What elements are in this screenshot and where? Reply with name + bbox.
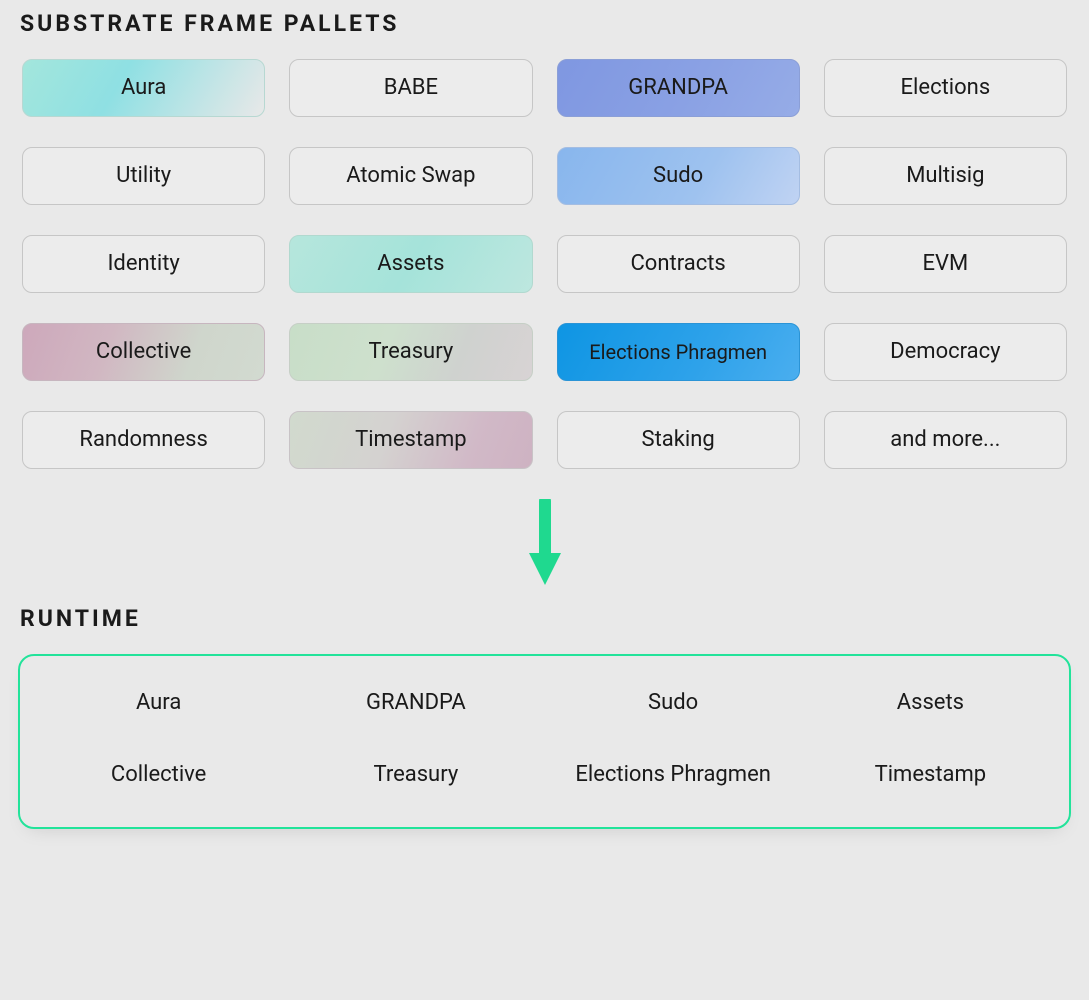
pallet-identity: Identity [22, 235, 265, 293]
runtime-grid: Aura GRANDPA Sudo Assets Collective Trea… [40, 690, 1049, 789]
pallets-section-title: SUBSTRATE FRAME PALLETS [20, 10, 1071, 37]
pallet-babe: BABE [289, 59, 532, 117]
pallet-staking: Staking [557, 411, 800, 469]
runtime-item-aura: Aura [40, 690, 277, 716]
runtime-item-elections-phragmen: Elections Phragmen [555, 762, 792, 788]
pallet-randomness: Randomness [22, 411, 265, 469]
runtime-item-sudo: Sudo [555, 690, 792, 716]
pallet-collective: Collective [22, 323, 265, 381]
pallet-timestamp: Timestamp [289, 411, 532, 469]
pallet-sudo: Sudo [557, 147, 800, 205]
runtime-box: Aura GRANDPA Sudo Assets Collective Trea… [18, 654, 1071, 829]
pallet-grandpa: GRANDPA [557, 59, 800, 117]
arrow-down-icon [18, 499, 1071, 587]
pallet-utility: Utility [22, 147, 265, 205]
pallet-elections-phragmen: Elections Phragmen [557, 323, 800, 381]
pallet-atomic-swap: Atomic Swap [289, 147, 532, 205]
runtime-item-assets: Assets [812, 690, 1049, 716]
pallet-elections: Elections [824, 59, 1067, 117]
runtime-item-grandpa: GRANDPA [297, 690, 534, 716]
pallet-treasury: Treasury [289, 323, 532, 381]
pallet-aura: Aura [22, 59, 265, 117]
pallet-contracts: Contracts [557, 235, 800, 293]
runtime-item-timestamp: Timestamp [812, 762, 1049, 788]
runtime-item-collective: Collective [40, 762, 277, 788]
pallets-grid: Aura BABE GRANDPA Elections Utility Atom… [18, 59, 1071, 469]
pallet-and-more: and more... [824, 411, 1067, 469]
pallet-evm: EVM [824, 235, 1067, 293]
runtime-item-treasury: Treasury [297, 762, 534, 788]
pallet-assets: Assets [289, 235, 532, 293]
runtime-section-title: RUNTIME [20, 605, 1071, 632]
pallet-democracy: Democracy [824, 323, 1067, 381]
pallet-multisig: Multisig [824, 147, 1067, 205]
